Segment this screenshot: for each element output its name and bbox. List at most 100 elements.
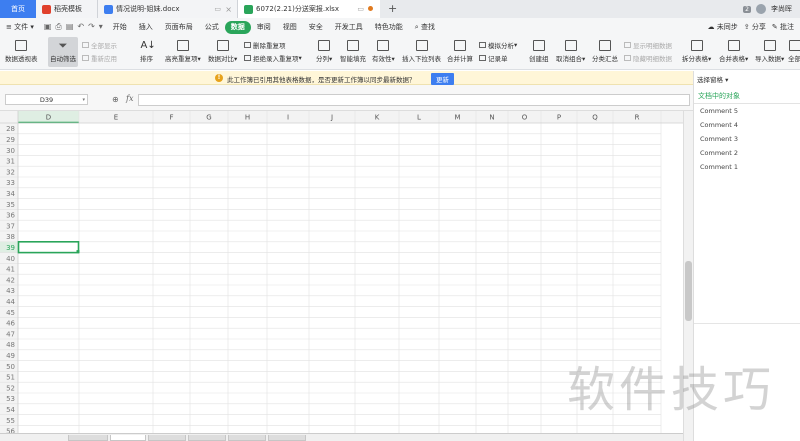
tab-excel-doc[interactable]: 6072(2.21)分送案报.xlsx ▭ [238,0,380,18]
list-item[interactable]: Comment 3 [694,132,800,146]
column-header-D[interactable]: D [46,114,51,122]
sheet-tab[interactable] [268,435,306,441]
row-header-34[interactable]: 34 [6,190,15,198]
row-header-55[interactable]: 55 [6,417,15,425]
menu-view[interactable]: 视图 [277,18,303,36]
save-icon[interactable]: ▣ [44,22,52,32]
new-tab-button[interactable]: + [388,0,397,18]
hide-detail-button[interactable]: 隐藏明细数据 [624,53,672,63]
update-button[interactable]: 更新 [431,73,454,85]
row-header-35[interactable]: 35 [6,201,15,209]
menu-formula[interactable]: 公式 [199,18,225,36]
autofilter-button[interactable]: ⏷ 自动筛选 [50,40,76,63]
row-header-41[interactable]: 41 [6,266,15,274]
column-header-E[interactable]: E [114,114,118,122]
row-header-37[interactable]: 37 [6,222,15,230]
all-button[interactable]: 全部 [788,40,800,63]
column-header-G[interactable]: G [206,114,211,122]
sheet-tab-active[interactable] [110,435,146,441]
row-header-36[interactable]: 36 [6,212,15,220]
chevron-down-icon[interactable]: ▾ [82,95,85,105]
data-compare-button[interactable]: 数据对比▾ [208,40,237,63]
list-item[interactable]: Comment 2 [694,146,800,160]
share-button[interactable]: ⇪ 分享 [744,22,766,32]
smart-fill-button[interactable]: 智能填充 [340,40,366,63]
import-data-button[interactable]: 导入数据▾ [755,40,784,63]
zoom-icon[interactable]: ⊕ [112,95,119,104]
pane-selector[interactable]: 选择窗格 ▾ [697,74,728,84]
column-header-Q[interactable]: Q [592,114,598,122]
close-icon[interactable]: × [225,5,232,14]
search-button[interactable]: ⌕ 查找 [409,18,441,36]
active-cell[interactable] [17,241,80,254]
menu-security[interactable]: 安全 [303,18,329,36]
simulate-analysis-button[interactable]: 模拟分析 ▾ [479,40,517,50]
row-header-46[interactable]: 46 [6,320,15,328]
row-header-53[interactable]: 53 [6,395,15,403]
sheet-tab[interactable] [228,435,266,441]
sheet-tab[interactable] [148,435,186,441]
show-detail-button[interactable]: 显示明细数据 [624,40,672,50]
reject-duplicates-button[interactable]: 拒绝录入重复项 ▾ [244,53,302,63]
row-header-54[interactable]: 54 [6,406,15,414]
consolidate-button[interactable]: 合并计算 [447,40,473,63]
row-header-30[interactable]: 30 [6,147,15,155]
print-icon[interactable]: ⎙ [55,22,61,32]
unsaved-dot-icon[interactable] [368,6,373,11]
subtotal-button[interactable]: 分类汇总 [592,40,618,63]
column-header-O[interactable]: O [522,114,528,122]
row-header-50[interactable]: 50 [6,363,15,371]
row-header-42[interactable]: 42 [6,276,15,284]
menu-review[interactable]: 审阅 [251,18,277,36]
menu-insert[interactable]: 插入 [133,18,159,36]
comment-button[interactable]: ✎ 批注 [772,22,794,32]
row-header-38[interactable]: 38 [6,233,15,241]
sync-button[interactable]: ☁ 未同步 [708,22,738,32]
insert-dropdown-button[interactable]: 插入下拉列表 [402,40,441,63]
menu-data[interactable]: 数据 [224,20,251,34]
create-group-button[interactable]: 创建组 [529,40,549,63]
show-all-button[interactable]: 全部显示 [82,40,117,50]
preview-icon[interactable]: ▤ [66,22,74,32]
function-button[interactable]: fx [126,94,133,103]
column-header-N[interactable]: N [489,114,494,122]
column-header-M[interactable]: M [454,114,460,122]
undo-icon[interactable]: ↶ [77,22,84,32]
record-form-button[interactable]: 记录单 [479,53,508,63]
sheet-tab[interactable] [68,435,108,441]
column-header-F[interactable]: F [169,114,173,122]
reapply-button[interactable]: 重新应用 [82,53,117,63]
split-table-button[interactable]: 拆分表格▾ [682,40,711,63]
remove-duplicates-button[interactable]: 删除重复项 [244,40,286,50]
column-header-R[interactable]: R [635,114,640,122]
row-header-40[interactable]: 40 [6,255,15,263]
column-header-P[interactable]: P [557,114,561,122]
merge-table-button[interactable]: 合并表格▾ [719,40,748,63]
column-header-L[interactable]: L [417,114,421,122]
row-header-29[interactable]: 29 [6,136,15,144]
name-box[interactable]: D39 ▾ [5,94,88,105]
row-header-47[interactable]: 47 [6,330,15,338]
tab-word-doc[interactable]: 情况说明-姐妹.docx ▭ × [98,0,238,18]
sheet-tab[interactable] [188,435,226,441]
menu-special[interactable]: 特色功能 [369,18,409,36]
formula-input[interactable] [138,94,690,106]
menu-home[interactable]: 开始 [107,18,133,36]
scrollbar-thumb[interactable] [685,261,692,321]
tab-home[interactable]: 首页 [0,0,36,18]
row-header-33[interactable]: 33 [6,179,15,187]
row-header-52[interactable]: 52 [6,384,15,392]
split-column-button[interactable]: 分列▾ [316,40,332,63]
row-header-48[interactable]: 48 [6,341,15,349]
validity-button[interactable]: 有效性▾ [372,40,395,63]
avatar[interactable] [756,4,766,14]
tab-docer[interactable]: 稻壳模板 [36,0,98,18]
list-item[interactable]: Comment 1 [694,160,800,174]
column-header-H[interactable]: H [245,114,250,122]
row-header-28[interactable]: 28 [6,125,15,133]
row-header-39[interactable]: 39 [6,244,15,252]
row-header-44[interactable]: 44 [6,298,15,306]
list-item[interactable]: Comment 5 [694,104,800,118]
user-name[interactable]: 李尚晖 [771,4,792,14]
row-header-43[interactable]: 43 [6,287,15,295]
